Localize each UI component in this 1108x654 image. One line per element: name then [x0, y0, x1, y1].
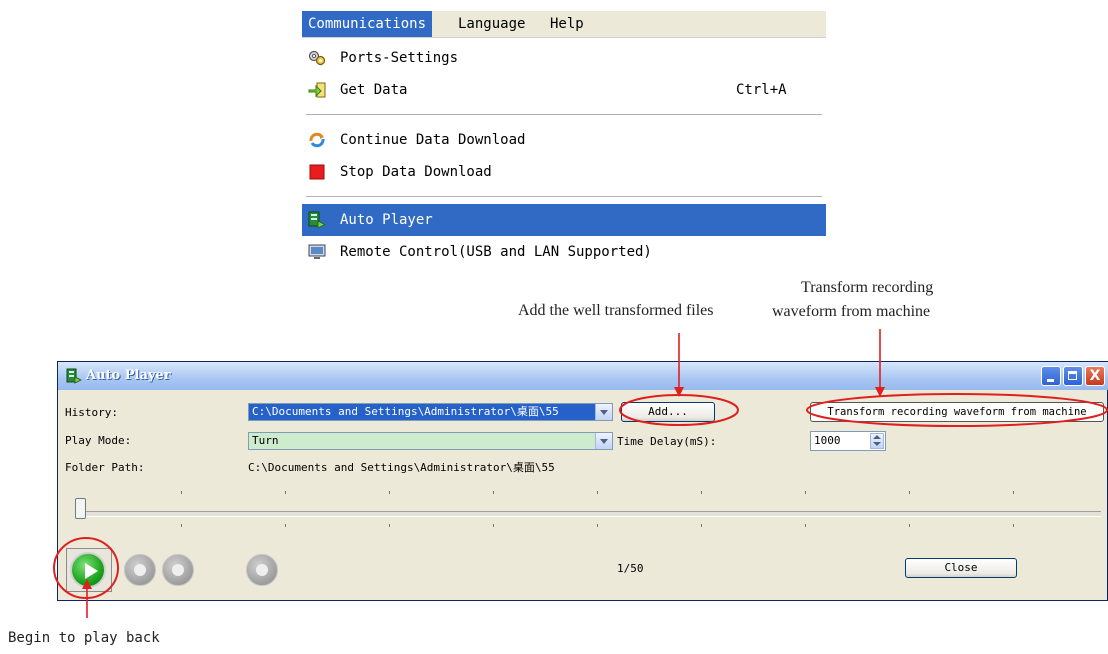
slider-tick	[285, 491, 286, 494]
window-title: Auto Player	[86, 368, 171, 383]
gear-ports-icon	[308, 50, 326, 66]
previous-button[interactable]	[162, 554, 194, 586]
stop-icon	[309, 164, 325, 180]
menu-item-label: Auto Player	[340, 212, 433, 228]
stop-button[interactable]	[124, 554, 156, 586]
slider-tick	[389, 491, 390, 494]
folder-path-value: C:\Documents and Settings\Administrator\…	[248, 461, 555, 474]
minimize-button[interactable]	[1041, 366, 1061, 386]
communications-menu: Communications Language Help Ports-Setti…	[302, 11, 826, 269]
auto-player-window: Auto Player X History: C:\Documents and …	[57, 361, 1108, 601]
slider-tick	[597, 524, 598, 527]
progress-slider-thumb[interactable]	[75, 498, 86, 519]
play-mode-value: Turn	[252, 434, 279, 447]
close-button[interactable]: Close	[905, 558, 1017, 578]
time-delay-value: 1000	[814, 434, 841, 447]
file-counter: 1/50	[617, 562, 644, 575]
history-select[interactable]: C:\Documents and Settings\Administrator\…	[248, 403, 613, 421]
remote-control-icon	[308, 244, 326, 259]
window-titlebar[interactable]: Auto Player X	[58, 362, 1108, 390]
slider-tick	[701, 491, 702, 494]
auto-player-icon	[308, 211, 326, 229]
slider-tick	[909, 491, 910, 494]
slider-tick	[701, 524, 702, 527]
menu-item-auto-player[interactable]: Auto Player	[302, 204, 826, 236]
menu-separator	[306, 196, 822, 197]
slider-tick	[389, 524, 390, 527]
slider-tick	[493, 491, 494, 494]
next-button[interactable]	[246, 554, 278, 586]
slider-tick	[597, 491, 598, 494]
menu-separator	[306, 114, 822, 115]
slider-tick	[805, 524, 806, 527]
get-data-icon	[308, 82, 326, 98]
menu-communications[interactable]: Communications	[302, 11, 433, 37]
communications-dropdown: Ports-Settings Get Data Ctrl+A Continue …	[302, 38, 826, 269]
spinner-arrows-icon[interactable]	[870, 433, 884, 449]
history-label: History:	[65, 406, 118, 419]
menu-item-stop-data-download[interactable]: Stop Data Download	[302, 156, 826, 188]
menu-item-label: Get Data	[340, 82, 408, 98]
slider-tick	[285, 524, 286, 527]
play-button[interactable]	[70, 552, 106, 588]
add-button[interactable]: Add...	[621, 402, 715, 422]
auto-player-icon	[66, 368, 82, 384]
slider-tick	[909, 524, 910, 527]
slider-tick	[181, 491, 182, 494]
annotation-transform-line1: Transform recording	[801, 279, 934, 296]
menu-item-label: Remote Control(USB and LAN Supported)	[340, 244, 652, 260]
slider-tick	[1013, 524, 1014, 527]
annotation-transform-line2: waveform from machine	[772, 303, 931, 320]
annotation-begin-playback: Begin to play back	[8, 630, 160, 646]
menu-item-ports-settings[interactable]: Ports-Settings	[302, 42, 826, 74]
play-mode-select[interactable]: Turn	[248, 432, 613, 450]
maximize-button[interactable]	[1063, 366, 1083, 386]
slider-tick	[493, 524, 494, 527]
menu-bar: Communications Language Help	[302, 11, 826, 38]
close-icon: X	[1089, 368, 1101, 384]
slider-tick	[1013, 491, 1014, 494]
menu-item-label: Ports-Settings	[340, 50, 459, 66]
menu-item-label: Stop Data Download	[340, 164, 492, 180]
slider-tick	[805, 491, 806, 494]
close-window-button[interactable]: X	[1085, 366, 1105, 386]
transform-recording-button[interactable]: Transform recording waveform from machin…	[810, 402, 1104, 422]
progress-slider-track[interactable]	[79, 511, 1101, 517]
time-delay-spinner[interactable]: 1000	[810, 431, 886, 451]
folder-path-label: Folder Path:	[65, 461, 145, 474]
menu-language[interactable]: Language	[452, 11, 531, 37]
menu-item-label: Continue Data Download	[340, 132, 526, 148]
shortcut-label: Ctrl+A	[736, 82, 787, 98]
continue-download-icon	[309, 132, 325, 148]
slider-tick	[181, 524, 182, 527]
menu-help[interactable]: Help	[544, 11, 590, 37]
history-value: C:\Documents and Settings\Administrator\…	[252, 405, 559, 418]
chevron-down-icon[interactable]	[595, 433, 612, 449]
play-mode-label: Play Mode:	[65, 434, 132, 447]
menu-item-remote-control[interactable]: Remote Control(USB and LAN Supported)	[302, 236, 826, 268]
menu-item-continue-data-download[interactable]: Continue Data Download	[302, 124, 826, 156]
chevron-down-icon[interactable]	[595, 404, 612, 420]
annotation-add-files: Add the well transformed files	[518, 302, 714, 319]
time-delay-label: Time Delay(mS):	[617, 435, 717, 448]
menu-item-get-data[interactable]: Get Data Ctrl+A	[302, 74, 826, 106]
